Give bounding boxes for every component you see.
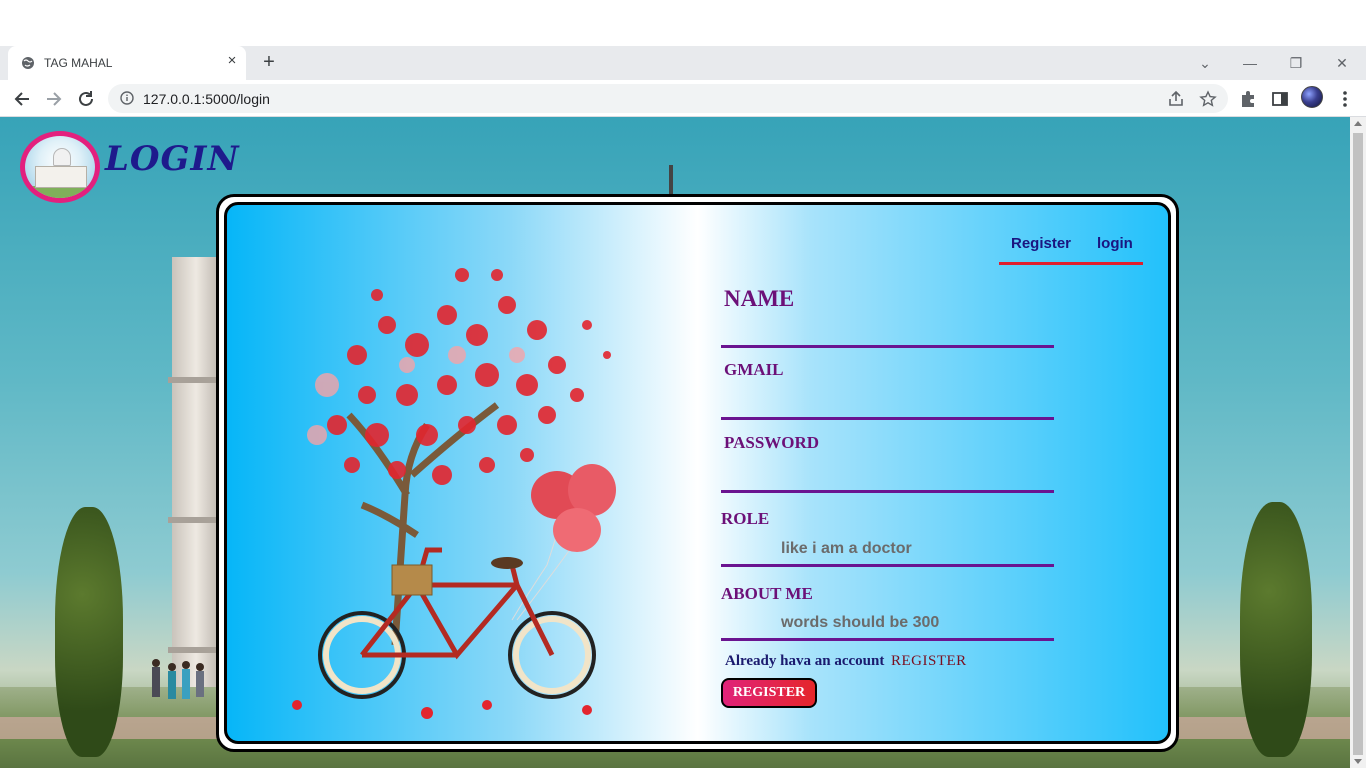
- register-nav-link[interactable]: Register: [1011, 235, 1071, 252]
- tab-strip: TAG MAHAL × + ⌄ — ❐ ✕: [0, 46, 1366, 80]
- side-panel-icon[interactable]: [1270, 89, 1290, 109]
- login-card: Register login NAME GMAIL PASSWORD ROLE …: [216, 194, 1179, 752]
- register-link[interactable]: REGISTER: [891, 653, 967, 670]
- login-card-inner: Register login NAME GMAIL PASSWORD ROLE …: [224, 202, 1171, 744]
- forward-arrow-icon[interactable]: [43, 88, 65, 110]
- page-viewport: LOGIN Register login NAME GMAIL PASSWORD…: [0, 117, 1350, 768]
- page-title: LOGIN: [105, 139, 240, 179]
- vertical-scrollbar[interactable]: [1350, 117, 1366, 768]
- url-text: 127.0.0.1:5000/login: [143, 91, 270, 107]
- extensions-puzzle-icon[interactable]: [1238, 89, 1258, 109]
- name-input[interactable]: [721, 315, 1054, 345]
- auth-nav: Register login: [999, 229, 1143, 265]
- tab-search-icon[interactable]: ⌄: [1193, 52, 1217, 74]
- minaret: [168, 257, 224, 717]
- share-icon[interactable]: [1167, 90, 1185, 108]
- password-underline: [721, 490, 1054, 493]
- site-info-icon[interactable]: [120, 91, 134, 105]
- gmail-input[interactable]: [721, 388, 1054, 418]
- cypress-tree-right: [1240, 502, 1312, 757]
- new-tab-button[interactable]: +: [258, 52, 280, 74]
- gmail-label: GMAIL: [724, 360, 784, 379]
- role-input[interactable]: [721, 534, 1054, 564]
- login-nav-link[interactable]: login: [1097, 235, 1133, 252]
- menu-kebab-icon[interactable]: [1335, 89, 1355, 109]
- globe-icon: [22, 57, 34, 69]
- role-underline: [721, 564, 1054, 567]
- close-tab-icon[interactable]: ×: [224, 53, 240, 69]
- about-me-underline: [721, 638, 1054, 641]
- tab-title: TAG MAHAL: [44, 56, 113, 70]
- profile-avatar[interactable]: [1301, 86, 1323, 108]
- dome-spire: [669, 165, 673, 195]
- name-label: NAME: [724, 286, 795, 311]
- close-window-button[interactable]: ✕: [1330, 52, 1354, 74]
- browser-tab[interactable]: TAG MAHAL ×: [8, 46, 246, 80]
- minimize-button[interactable]: —: [1238, 52, 1262, 74]
- password-label: PASSWORD: [724, 433, 820, 452]
- tourists-figures: [152, 659, 204, 699]
- role-label: ROLE: [721, 509, 770, 528]
- heart-tree-bicycle-illustration: [292, 268, 616, 719]
- reload-icon[interactable]: [75, 88, 97, 110]
- already-account-text: Already hava an account: [725, 653, 885, 669]
- back-arrow-icon[interactable]: [11, 88, 33, 110]
- register-button[interactable]: REGISTER: [721, 678, 817, 708]
- restore-button[interactable]: ❐: [1284, 52, 1308, 74]
- gmail-underline: [721, 417, 1054, 420]
- name-underline: [721, 345, 1054, 348]
- password-input[interactable]: [721, 461, 1054, 491]
- scrollbar-thumb[interactable]: [1353, 133, 1363, 755]
- browser-toolbar: 127.0.0.1:5000/login: [0, 80, 1366, 117]
- about-me-label: ABOUT ME: [721, 584, 813, 603]
- scroll-down-arrow-icon[interactable]: [1354, 759, 1362, 764]
- window-top-area: [0, 0, 1366, 46]
- address-bar[interactable]: 127.0.0.1:5000/login: [108, 84, 1228, 113]
- cypress-tree-left: [55, 507, 123, 757]
- scroll-up-arrow-icon[interactable]: [1354, 121, 1362, 126]
- taj-mahal-logo: [20, 131, 100, 203]
- about-me-input[interactable]: [721, 608, 1054, 638]
- bookmark-star-icon[interactable]: [1199, 90, 1217, 108]
